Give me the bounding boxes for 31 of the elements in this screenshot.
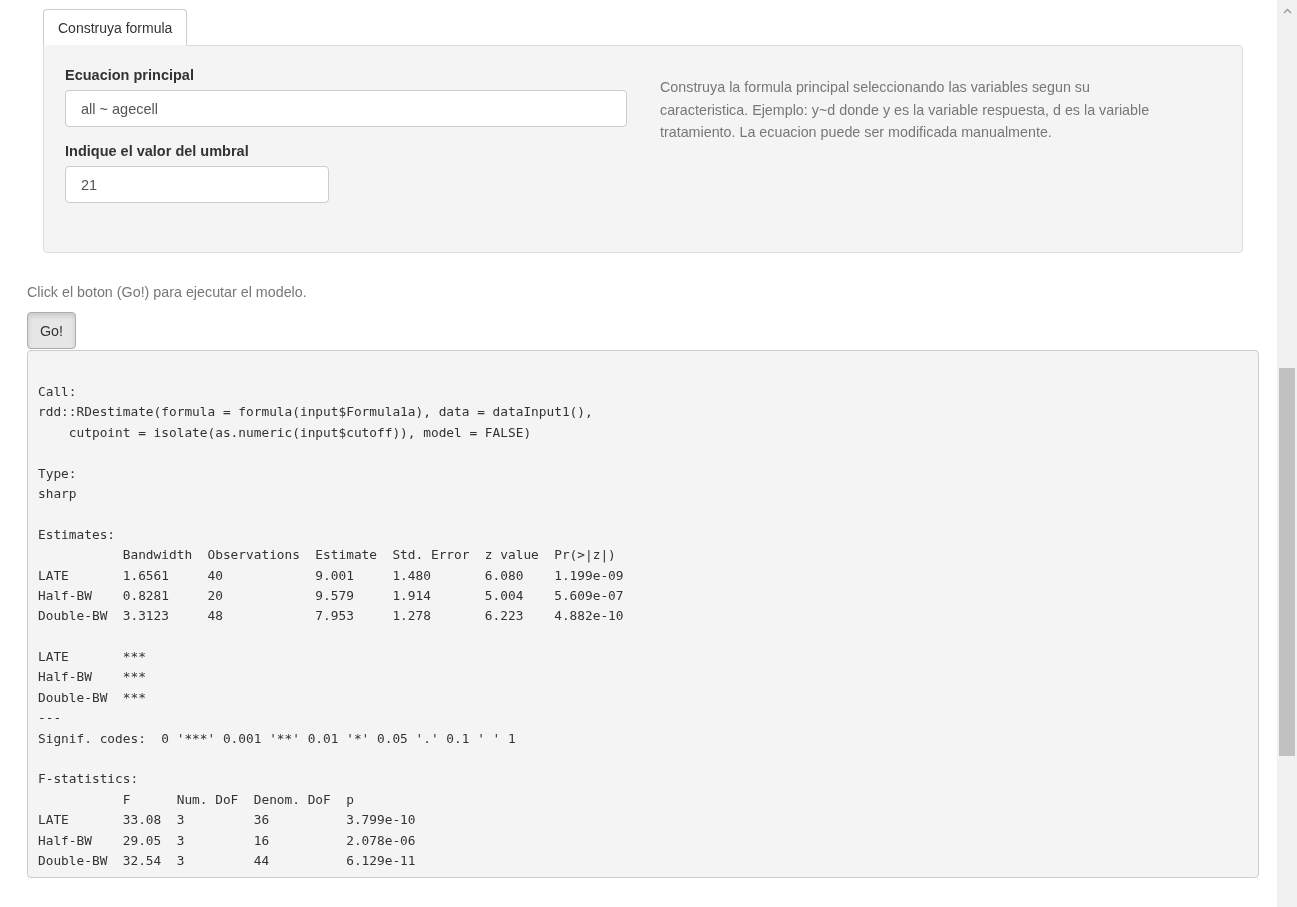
output-line: LATE 33.08 3 36 3.799e-10 (38, 811, 417, 830)
tab[interactable]: Construya formula (43, 9, 188, 46)
output-line: Estimates: (38, 525, 117, 544)
output-line: Bandwidth Observations Estimate Std. Error z value Pr(>|z|) (121, 546, 617, 565)
output-line: Type: (38, 464, 78, 483)
help-text: Construya la formula principal seleccionando las variables segun su caracteristica. Ejemplo: y~d donde y es la variable respuesta, d es la variable tratamiento. La ecuacion puede ser modificada manualmente. (660, 78, 1151, 142)
output-line: F Num. DoF Denom. DoF p (121, 790, 355, 809)
output-line: Double-BW 32.54 3 44 6.129e-11 (38, 852, 417, 870)
output-line: LATE *** (38, 648, 147, 667)
input-field[interactable]: 21 (65, 166, 329, 203)
output-line: Double-BW *** (38, 688, 147, 707)
input-field[interactable]: all ~ agecell (65, 90, 627, 127)
field-label: Indique el valor del umbral (65, 143, 250, 159)
output-line: Half-BW 29.05 3 16 2.078e-06 (38, 831, 417, 850)
output-line: --- (38, 709, 63, 728)
output-line: F-statistics: (38, 770, 140, 789)
output-line: Half-BW 0.8281 20 9.579 1.914 5.004 5.609e-07 (38, 586, 625, 605)
output-line: Half-BW *** (38, 668, 147, 687)
output-line: Signif. codes: 0 '***' 0.001 '**' 0.01 '*' 0.05 '.' 0.1 ' ' 1 (38, 729, 517, 748)
output-line: Call: (38, 383, 78, 401)
output-line: rdd::RDestimate(formula = formula(input$Formula1a), data = dataInput1(), (38, 403, 594, 422)
output-line: Double-BW 3.3123 48 7.953 1.278 6.223 4.882e-10 (38, 607, 625, 626)
instruction-text: Click el boton (Go!) para ejecutar el modelo. (27, 284, 308, 300)
field-label: Ecuacion principal (65, 67, 195, 83)
output-line: sharp (38, 484, 78, 503)
go-button[interactable]: Go! (27, 312, 77, 349)
output-line: cutpoint = isolate(as.numeric(input$cutoff)), model = FALSE) (67, 423, 533, 442)
output-line: LATE 1.6561 40 9.001 1.480 6.080 1.199e-09 (38, 566, 625, 585)
scroll-up-icon[interactable] (1282, 8, 1292, 14)
scrollbar[interactable] (1277, 0, 1297, 907)
scroll-thumb[interactable] (1279, 368, 1295, 756)
